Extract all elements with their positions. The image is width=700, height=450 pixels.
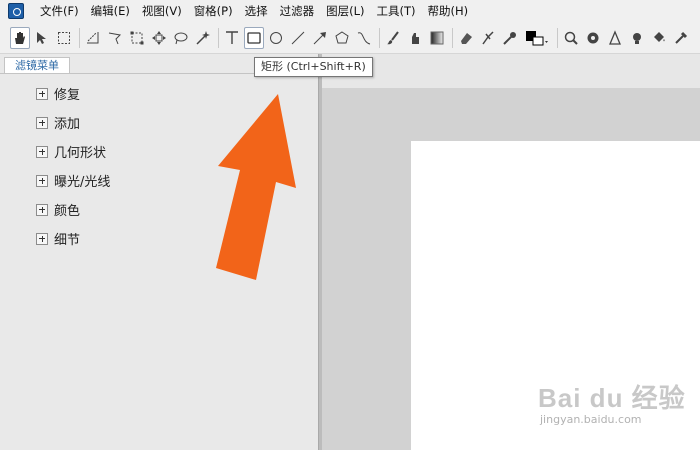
- menu-view[interactable]: 视图(V): [136, 0, 188, 22]
- menu-file[interactable]: 文件(F): [34, 0, 85, 22]
- tree-item-label: 颜色: [54, 204, 81, 219]
- color-swatch-icon[interactable]: [522, 27, 552, 49]
- tree-item-label: 几何形状: [54, 146, 107, 161]
- menu-filter[interactable]: 过滤器: [274, 0, 321, 22]
- toolbar-separator: [79, 27, 80, 48]
- tree-item-geometry[interactable]: 几何形状: [36, 137, 110, 166]
- lasso-polygon-icon[interactable]: [105, 27, 125, 49]
- expand-icon[interactable]: [36, 232, 48, 245]
- settings-icon[interactable]: [583, 27, 603, 49]
- filter-tree: 修复 添加 几何形状 曝光/光线 颜色 细节: [36, 79, 110, 253]
- tooltip: 矩形 (Ctrl+Shift+R): [254, 57, 373, 77]
- tree-item-repair[interactable]: 修复: [36, 79, 110, 108]
- expand-icon[interactable]: [36, 145, 48, 158]
- tree-item-detail[interactable]: 细节: [36, 224, 110, 253]
- menu-bar: 文件(F) 编辑(E) 视图(V) 窗格(P) 选择 过滤器 图层(L) 工具(…: [0, 0, 700, 22]
- transform-icon[interactable]: [83, 27, 103, 49]
- expand-icon[interactable]: [36, 174, 48, 187]
- toolbar-separator: [218, 27, 219, 48]
- app-logo-icon[interactable]: [8, 3, 24, 19]
- color-picker-icon[interactable]: [500, 27, 520, 49]
- clone-icon[interactable]: [478, 27, 498, 49]
- rectangle-icon[interactable]: [244, 26, 264, 49]
- toolbar-separator: [379, 27, 380, 48]
- text-icon[interactable]: [222, 27, 242, 49]
- menu-pane[interactable]: 窗格(P): [188, 0, 239, 22]
- expand-icon[interactable]: [36, 203, 48, 216]
- resize-icon[interactable]: [127, 27, 147, 49]
- brush-icon[interactable]: [383, 27, 403, 49]
- tree-item-label: 添加: [54, 117, 81, 132]
- tree-item-label: 细节: [54, 233, 81, 248]
- dropper-icon[interactable]: [671, 27, 691, 49]
- bulb-icon[interactable]: [627, 27, 647, 49]
- tab-filter-menu[interactable]: 滤镜菜单: [4, 57, 70, 74]
- line-icon[interactable]: [288, 27, 308, 49]
- eraser-icon[interactable]: [456, 27, 476, 49]
- tree-item-label: 修复: [54, 88, 81, 103]
- arrow-icon[interactable]: [310, 27, 330, 49]
- hand-icon[interactable]: [10, 26, 30, 49]
- lasso-icon[interactable]: [171, 27, 191, 49]
- zoom-icon[interactable]: [561, 27, 581, 49]
- tree-item-label: 曝光/光线: [54, 175, 111, 190]
- menu-tools[interactable]: 工具(T): [371, 0, 422, 22]
- toolbar-separator: [452, 27, 453, 48]
- tree-item-exposure[interactable]: 曝光/光线: [36, 166, 110, 195]
- ellipse-icon[interactable]: [266, 27, 286, 49]
- bucket-icon[interactable]: [649, 27, 669, 49]
- canvas-header: [322, 54, 700, 88]
- menu-layer[interactable]: 图层(L): [320, 0, 370, 22]
- toolbar-separator: [557, 27, 558, 48]
- menu-edit[interactable]: 编辑(E): [85, 0, 136, 22]
- tree-item-color[interactable]: 颜色: [36, 195, 110, 224]
- expand-icon[interactable]: [36, 87, 48, 100]
- smudge-icon[interactable]: [405, 27, 425, 49]
- magic-wand-icon[interactable]: [193, 27, 213, 49]
- expand-icon[interactable]: [36, 116, 48, 129]
- gradient-icon[interactable]: [427, 27, 447, 49]
- watermark: Bai du 经验 jingyan.baidu.com: [538, 378, 686, 426]
- curve-icon[interactable]: [354, 27, 374, 49]
- watermark-logo: Bai du 经验: [538, 383, 686, 413]
- toolbar: [0, 22, 700, 54]
- menu-select[interactable]: 选择: [239, 0, 274, 22]
- filter-panel: 滤镜菜单 修复 添加 几何形状 曝光/光线 颜色 细节: [0, 54, 318, 450]
- move-icon[interactable]: [149, 27, 169, 49]
- crop-select-icon[interactable]: [54, 27, 74, 49]
- tree-item-add[interactable]: 添加: [36, 108, 110, 137]
- perspective-icon[interactable]: [605, 27, 625, 49]
- menu-help[interactable]: 帮助(H): [422, 0, 475, 22]
- polygon-icon[interactable]: [332, 27, 352, 49]
- move-selection-icon[interactable]: [32, 27, 52, 49]
